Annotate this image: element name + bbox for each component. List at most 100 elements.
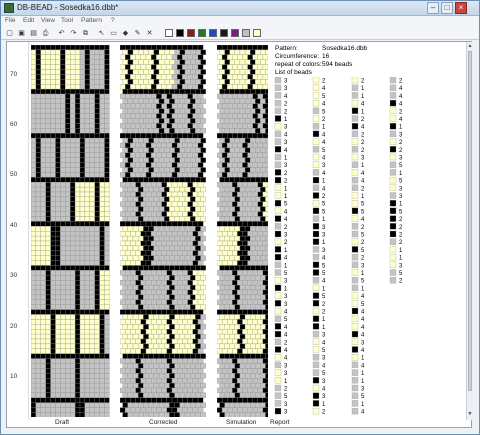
bead-cell bbox=[122, 137, 128, 144]
bead-cell bbox=[31, 79, 37, 85]
bead-cell bbox=[153, 333, 160, 340]
color-swatch-7[interactable] bbox=[231, 29, 239, 37]
bead-cell bbox=[31, 353, 37, 359]
bead-count: 4 bbox=[284, 256, 288, 262]
bead-cell bbox=[229, 353, 235, 359]
bead-cell bbox=[127, 235, 134, 242]
bead-cell bbox=[148, 275, 154, 281]
bead-cell bbox=[229, 147, 235, 153]
menu-edit[interactable]: Edit bbox=[23, 17, 34, 24]
redo-icon[interactable]: ↷ bbox=[69, 29, 78, 38]
bead-cell bbox=[174, 147, 180, 153]
bead-cell bbox=[221, 191, 228, 198]
rect-select-icon[interactable]: ▭ bbox=[109, 29, 118, 38]
pencil-icon[interactable]: ✎ bbox=[133, 29, 142, 38]
print-icon[interactable]: ⎙ bbox=[41, 29, 50, 38]
menu-help[interactable]: ? bbox=[111, 17, 115, 24]
open-icon[interactable]: ▣ bbox=[17, 29, 26, 38]
bead-cell bbox=[79, 108, 86, 114]
bead-cell bbox=[145, 221, 152, 227]
menu-view[interactable]: View bbox=[41, 17, 55, 24]
bead-cell bbox=[179, 245, 186, 251]
bead-cell bbox=[55, 93, 61, 100]
color-swatch-3[interactable] bbox=[187, 29, 195, 37]
minimize-button[interactable]: – bbox=[427, 2, 439, 14]
scroll-up-icon[interactable]: ▲ bbox=[467, 43, 473, 50]
bead-cell bbox=[227, 289, 233, 296]
bead-cell bbox=[55, 412, 61, 417]
title-bar[interactable]: DB-BEAD - Sosedka16.dbb* – □ × bbox=[1, 1, 479, 16]
bead-cell bbox=[135, 113, 141, 119]
pattern-canvas[interactable]: 70 60 50 40 30 20 10 Draft Corrected Sim… bbox=[6, 41, 473, 428]
bead-cell bbox=[89, 324, 95, 330]
draft-panel[interactable] bbox=[31, 45, 110, 417]
corrected-panel[interactable] bbox=[120, 45, 208, 417]
bead-cell bbox=[257, 270, 264, 276]
bead-cell bbox=[182, 348, 188, 354]
ruler-label-70: 70 bbox=[10, 71, 18, 78]
clear-icon[interactable]: ✕ bbox=[145, 29, 154, 38]
bead-cell bbox=[227, 387, 233, 394]
fill-icon[interactable]: ◆ bbox=[121, 29, 130, 38]
color-swatch-9[interactable] bbox=[253, 29, 261, 37]
bead-cell bbox=[60, 142, 66, 149]
select-arrow-icon[interactable]: ↖ bbox=[97, 29, 106, 38]
bead-cell bbox=[35, 402, 41, 408]
scroll-thumb[interactable] bbox=[468, 51, 472, 391]
vertical-scrollbar[interactable]: ▲ ▼ bbox=[466, 42, 473, 420]
bead-cell bbox=[45, 167, 51, 173]
menu-tool[interactable]: Tool bbox=[61, 17, 73, 24]
bead-count: 3 bbox=[322, 225, 326, 231]
bead-cell bbox=[55, 177, 61, 183]
bead-cell bbox=[169, 235, 175, 242]
menu-pattern[interactable]: Pattern bbox=[81, 17, 102, 24]
bead-cell bbox=[179, 255, 186, 261]
bead-cell bbox=[151, 133, 157, 139]
bead-cell bbox=[227, 133, 233, 139]
bead-cell bbox=[187, 368, 193, 374]
simulation-panel[interactable] bbox=[217, 45, 268, 417]
color-swatch-2[interactable] bbox=[176, 29, 184, 37]
color-swatch-5[interactable] bbox=[209, 29, 217, 37]
bead-cell bbox=[179, 167, 186, 173]
bead-cell bbox=[31, 412, 37, 417]
new-icon[interactable]: ▢ bbox=[5, 29, 14, 38]
menu-file[interactable]: File bbox=[5, 17, 15, 24]
bead-swatch bbox=[274, 184, 282, 191]
color-swatch-6[interactable] bbox=[220, 29, 228, 37]
undo-icon[interactable]: ↶ bbox=[57, 29, 66, 38]
bead-cell bbox=[166, 338, 173, 345]
copy-icon[interactable]: ⧉ bbox=[81, 29, 90, 38]
maximize-button[interactable]: □ bbox=[441, 2, 453, 14]
bead-count: 2 bbox=[399, 217, 403, 223]
bead-cell bbox=[143, 186, 149, 193]
color-swatch-4[interactable] bbox=[198, 29, 206, 37]
color-swatch-8[interactable] bbox=[242, 29, 250, 37]
bead-cell bbox=[31, 196, 37, 202]
bead-cell bbox=[60, 240, 66, 247]
bead-cell bbox=[229, 382, 235, 389]
bead-cell bbox=[190, 88, 196, 95]
bead-cell bbox=[65, 309, 71, 315]
bead-cell bbox=[221, 289, 228, 296]
bead-cell bbox=[190, 108, 196, 114]
color-swatch-1[interactable] bbox=[165, 29, 173, 37]
bead-cell bbox=[99, 221, 105, 227]
bead-cell bbox=[132, 255, 139, 261]
bead-cell bbox=[127, 304, 134, 310]
bead-count: 2 bbox=[361, 140, 365, 146]
bead-cell bbox=[132, 265, 139, 271]
save-icon[interactable]: ▤ bbox=[29, 29, 38, 38]
close-button[interactable]: × bbox=[455, 2, 467, 14]
bead-cell bbox=[35, 182, 41, 188]
bead-cell bbox=[40, 162, 46, 168]
scroll-down-icon[interactable]: ▼ bbox=[467, 411, 473, 418]
bead-cell bbox=[120, 319, 126, 325]
bead-cell bbox=[255, 88, 261, 95]
bead-cell bbox=[84, 397, 90, 403]
bead-cell bbox=[94, 294, 100, 300]
bead-cell bbox=[70, 387, 76, 394]
bead-cell bbox=[234, 79, 241, 85]
bead-cell bbox=[104, 162, 110, 168]
bead-cell bbox=[234, 304, 241, 310]
